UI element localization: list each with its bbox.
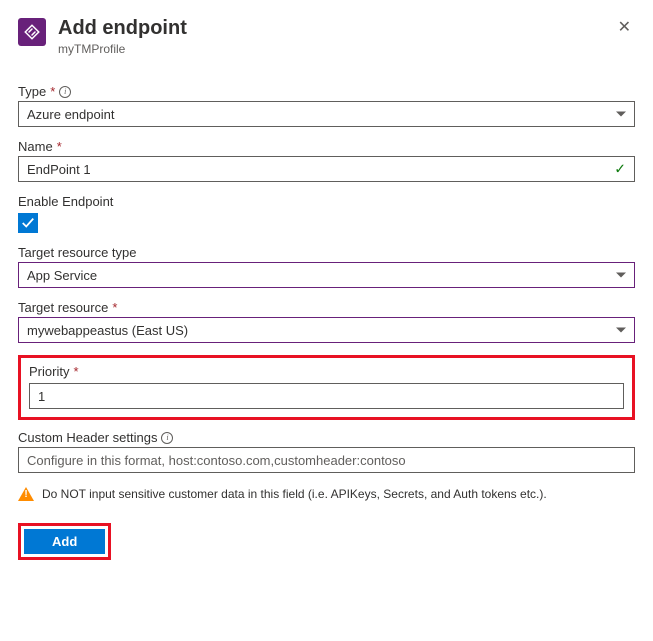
target-resource-value: mywebappeastus (East US)	[27, 323, 188, 338]
custom-header-input[interactable]	[18, 447, 635, 473]
add-button-highlight: Add	[18, 523, 111, 560]
traffic-manager-icon	[18, 18, 46, 46]
target-type-value: App Service	[27, 268, 97, 283]
priority-input[interactable]	[29, 383, 624, 409]
priority-label: Priority	[29, 364, 69, 379]
chevron-down-icon	[616, 273, 626, 278]
warning-row: Do NOT input sensitive customer data in …	[18, 487, 635, 501]
field-target-type: Target resource type App Service	[18, 245, 635, 288]
field-enable: Enable Endpoint	[18, 194, 635, 233]
field-type: Type * i Azure endpoint	[18, 84, 635, 127]
close-button[interactable]: ✕	[614, 16, 635, 40]
info-icon[interactable]: i	[161, 432, 173, 444]
required-mark: *	[50, 84, 55, 99]
type-select[interactable]: Azure endpoint	[18, 101, 635, 127]
panel-title: Add endpoint	[58, 16, 602, 40]
warning-icon	[18, 487, 34, 501]
required-mark: *	[73, 364, 78, 379]
type-label: Type	[18, 84, 46, 99]
enable-label: Enable Endpoint	[18, 194, 113, 209]
footer: Add	[18, 523, 635, 560]
target-type-select[interactable]: App Service	[18, 262, 635, 288]
required-mark: *	[57, 139, 62, 154]
name-value: EndPoint 1	[27, 162, 91, 177]
name-input[interactable]: EndPoint 1 ✓	[18, 156, 635, 182]
field-custom-header: Custom Header settings i	[18, 430, 635, 473]
target-resource-label: Target resource	[18, 300, 108, 315]
panel-subtitle: myTMProfile	[58, 42, 602, 56]
panel-header: Add endpoint myTMProfile ✕	[18, 16, 635, 56]
chevron-down-icon	[616, 112, 626, 117]
chevron-down-icon	[616, 328, 626, 333]
target-resource-select[interactable]: mywebappeastus (East US)	[18, 317, 635, 343]
field-priority-highlight: Priority *	[18, 355, 635, 420]
field-name: Name * EndPoint 1 ✓	[18, 139, 635, 182]
info-icon[interactable]: i	[59, 86, 71, 98]
type-value: Azure endpoint	[27, 107, 114, 122]
target-type-label: Target resource type	[18, 245, 137, 260]
field-target-resource: Target resource * mywebappeastus (East U…	[18, 300, 635, 343]
warning-text: Do NOT input sensitive customer data in …	[42, 487, 547, 501]
required-mark: *	[112, 300, 117, 315]
enable-checkbox[interactable]	[18, 213, 38, 233]
check-icon: ✓	[614, 161, 626, 178]
add-button[interactable]: Add	[24, 529, 105, 554]
custom-header-label: Custom Header settings	[18, 430, 157, 445]
name-label: Name	[18, 139, 53, 154]
